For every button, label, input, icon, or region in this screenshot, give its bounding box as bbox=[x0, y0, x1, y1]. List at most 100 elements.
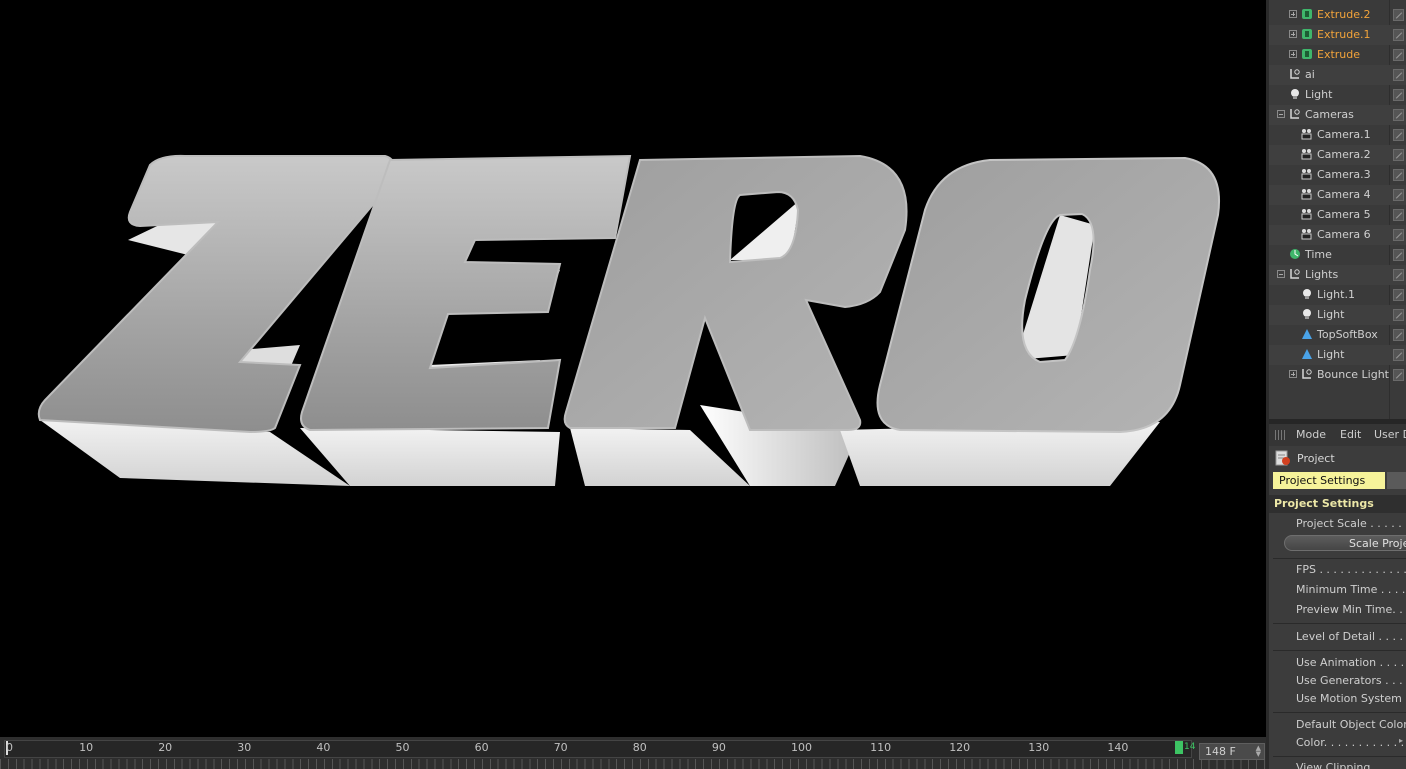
object-row-lights[interactable]: Lights bbox=[1269, 265, 1406, 285]
object-row-bounce-light[interactable]: Bounce Light bbox=[1269, 365, 1406, 385]
prop-level-of-detail[interactable]: Level of Detail . . . . . bbox=[1296, 630, 1406, 643]
timeline-tick-label: 120 bbox=[949, 741, 971, 754]
visibility-toggle-icon[interactable] bbox=[1393, 189, 1404, 201]
object-label: ai bbox=[1305, 68, 1315, 81]
object-row-camera-6[interactable]: Camera 6 bbox=[1269, 225, 1406, 245]
object-row-light[interactable]: Light bbox=[1269, 345, 1406, 365]
timeline[interactable]: 14 148 F ▲ ▼ 0 10 20 30 40 50 60 70 80 90 100 110 120… bbox=[0, 737, 1266, 769]
visibility-toggle-icon[interactable] bbox=[1393, 229, 1404, 241]
timeline-ticks bbox=[0, 759, 1266, 769]
visibility-toggle-icon[interactable] bbox=[1393, 349, 1404, 361]
prop-use-animation[interactable]: Use Animation . . . . . . bbox=[1296, 656, 1406, 669]
dropdown-arrow-icon[interactable]: ▸ bbox=[1399, 736, 1403, 745]
visibility-toggle-icon[interactable] bbox=[1393, 369, 1404, 381]
visibility-toggle-icon[interactable] bbox=[1393, 29, 1404, 41]
visibility-toggle-icon[interactable] bbox=[1393, 329, 1404, 341]
collapse-icon[interactable] bbox=[1277, 110, 1285, 118]
collapse-icon[interactable] bbox=[1277, 270, 1285, 278]
null-icon bbox=[1302, 369, 1312, 379]
visibility-toggle-icon[interactable] bbox=[1393, 249, 1404, 261]
object-row-time[interactable]: Time bbox=[1269, 245, 1406, 265]
object-row-topsoftbox[interactable]: TopSoftBox bbox=[1269, 325, 1406, 345]
visibility-toggle-icon[interactable] bbox=[1393, 269, 1404, 281]
menu-mode[interactable]: Mode bbox=[1296, 428, 1326, 441]
prop-default-object-color[interactable]: Default Object Color bbox=[1296, 718, 1406, 731]
object-name: Project bbox=[1297, 452, 1335, 465]
object-row-extrude-1[interactable]: Extrude.1 bbox=[1269, 25, 1406, 45]
prop-use-generators[interactable]: Use Generators . . . . . bbox=[1296, 674, 1406, 687]
divider bbox=[1273, 650, 1406, 651]
prop-project-scale[interactable]: Project Scale . . . . . . . bbox=[1296, 517, 1406, 530]
expand-icon[interactable] bbox=[1289, 30, 1297, 38]
expand-icon[interactable] bbox=[1289, 50, 1297, 58]
object-label: Cameras bbox=[1305, 108, 1354, 121]
null-icon bbox=[1290, 269, 1300, 279]
object-row-cameras[interactable]: Cameras bbox=[1269, 105, 1406, 125]
expand-icon[interactable] bbox=[1289, 10, 1297, 18]
object-label: Light.1 bbox=[1317, 288, 1355, 301]
visibility-toggle-icon[interactable] bbox=[1393, 289, 1404, 301]
expand-icon[interactable] bbox=[1289, 370, 1297, 378]
visibility-toggle-icon[interactable] bbox=[1393, 9, 1404, 21]
object-row-camera-4[interactable]: Camera 4 bbox=[1269, 185, 1406, 205]
object-row-ai[interactable]: ai bbox=[1269, 65, 1406, 85]
timeline-ruler[interactable] bbox=[4, 740, 1192, 758]
timeline-tick-label: 130 bbox=[1028, 741, 1050, 754]
object-row-camera-2[interactable]: Camera.2 bbox=[1269, 145, 1406, 165]
null-icon bbox=[1290, 69, 1300, 79]
object-row-light-1[interactable]: Light.1 bbox=[1269, 285, 1406, 305]
time-icon bbox=[1290, 249, 1300, 259]
timeline-tick-label: 50 bbox=[395, 741, 410, 754]
object-row-light[interactable]: Light bbox=[1269, 85, 1406, 105]
object-manager: Extrude.2 Extrude.1 Extrude ai Light Cameras C… bbox=[1269, 0, 1406, 419]
object-label: Time bbox=[1305, 248, 1332, 261]
current-frame-field[interactable]: 148 F ▲ ▼ bbox=[1199, 743, 1265, 760]
visibility-toggle-icon[interactable] bbox=[1393, 149, 1404, 161]
menu-user-data[interactable]: User D bbox=[1374, 428, 1406, 441]
object-row-extrude[interactable]: Extrude bbox=[1269, 45, 1406, 65]
divider bbox=[1273, 558, 1406, 559]
prop-view-clipping[interactable]: View Clipping bbox=[1296, 761, 1370, 769]
object-label: Camera.3 bbox=[1317, 168, 1371, 181]
timeline-tick-label: 0 bbox=[6, 741, 13, 754]
object-row-camera-5[interactable]: Camera 5 bbox=[1269, 205, 1406, 225]
camera-icon bbox=[1301, 229, 1312, 240]
spinner-icon[interactable]: ▲ ▼ bbox=[1256, 745, 1261, 758]
null-icon bbox=[1290, 109, 1300, 119]
preview-end-marker[interactable] bbox=[1175, 741, 1183, 754]
visibility-toggle-icon[interactable] bbox=[1393, 69, 1404, 81]
camera-icon bbox=[1301, 189, 1312, 200]
object-label: Extrude.1 bbox=[1317, 28, 1371, 41]
preview-end-label: 14 bbox=[1184, 742, 1196, 752]
camera-icon bbox=[1301, 209, 1312, 220]
prop-minimum-time[interactable]: Minimum Time . . . . . . bbox=[1296, 583, 1406, 596]
attribute-menu-bar: Mode Edit User D bbox=[1269, 424, 1406, 446]
prop-fps[interactable]: FPS . . . . . . . . . . . . . . . bbox=[1296, 563, 1406, 576]
visibility-toggle-icon[interactable] bbox=[1393, 169, 1404, 181]
tab-project-settings[interactable]: Project Settings bbox=[1273, 472, 1385, 489]
viewport[interactable] bbox=[0, 0, 1266, 737]
object-label: Camera 4 bbox=[1317, 188, 1371, 201]
attribute-manager: Mode Edit User D Project Project Setting… bbox=[1269, 424, 1406, 769]
camera-icon bbox=[1301, 129, 1312, 140]
visibility-toggle-icon[interactable] bbox=[1393, 109, 1404, 121]
scale-project-button[interactable]: Scale Project bbox=[1284, 535, 1406, 551]
timeline-tick-label: 80 bbox=[632, 741, 647, 754]
object-row-camera-1[interactable]: Camera.1 bbox=[1269, 125, 1406, 145]
visibility-toggle-icon[interactable] bbox=[1393, 89, 1404, 101]
prop-preview-min-time[interactable]: Preview Min Time. . . . . bbox=[1296, 603, 1406, 616]
object-header: Project bbox=[1269, 448, 1406, 468]
current-frame-value: 148 F bbox=[1205, 745, 1236, 758]
prop-color[interactable]: Color. . . . . . . . . . . . . bbox=[1296, 736, 1406, 749]
visibility-toggle-icon[interactable] bbox=[1393, 49, 1404, 61]
object-row-camera-3[interactable]: Camera.3 bbox=[1269, 165, 1406, 185]
visibility-toggle-icon[interactable] bbox=[1393, 129, 1404, 141]
visibility-toggle-icon[interactable] bbox=[1393, 209, 1404, 221]
visibility-toggle-icon[interactable] bbox=[1393, 309, 1404, 321]
timeline-tick-label: 10 bbox=[79, 741, 94, 754]
prop-use-motion-system[interactable]: Use Motion System bbox=[1296, 692, 1402, 705]
object-row-extrude-2[interactable]: Extrude.2 bbox=[1269, 5, 1406, 25]
menu-edit[interactable]: Edit bbox=[1340, 428, 1361, 441]
object-row-light[interactable]: Light bbox=[1269, 305, 1406, 325]
grip-icon[interactable] bbox=[1275, 430, 1285, 440]
